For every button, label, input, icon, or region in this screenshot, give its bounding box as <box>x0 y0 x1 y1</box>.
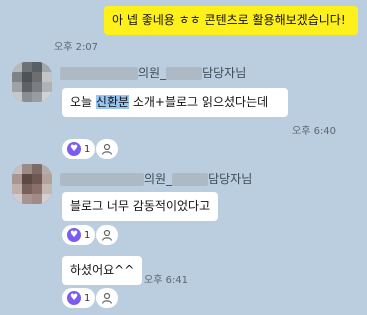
outgoing-message-time: 오후 2:07 <box>54 42 99 53</box>
person-icon <box>101 229 113 241</box>
message-time: 오후 6:40 <box>292 126 337 137</box>
person-icon <box>101 143 113 155</box>
sender-name-mid: 의원_ <box>138 66 167 80</box>
add-reaction-button[interactable] <box>96 225 118 245</box>
sender-name: 의원_ 담당자님 <box>60 170 252 187</box>
like-icon: ♥ <box>67 228 81 242</box>
redacted-name-part <box>60 67 138 80</box>
add-reaction-button[interactable] <box>96 139 118 159</box>
like-icon: ♥ <box>67 142 81 156</box>
highlighted-text: 신환분 <box>95 95 130 109</box>
incoming-message-bubble[interactable]: 블로그 너무 감동적이었다고 <box>62 192 219 221</box>
sender-name-mid: 의원_ <box>144 172 173 186</box>
outgoing-message-text: 아 넵 좋네용 ㅎㅎ 콘텐츠로 활용해보겠습니다! <box>112 13 346 27</box>
reaction-count: 1 <box>84 143 91 155</box>
incoming-message-bubble[interactable]: 오늘 신환분 소개+블로그 읽으셨다는데 <box>62 88 288 117</box>
like-icon: ♥ <box>67 291 81 305</box>
reaction-badge[interactable]: ♥ 1 <box>62 288 96 308</box>
message-text: 블로그 너무 감동적이었다고 <box>70 199 211 213</box>
message-text-before: 오늘 <box>70 95 96 109</box>
reaction-badge[interactable]: ♥ 1 <box>62 139 96 159</box>
sender-avatar[interactable] <box>12 62 52 102</box>
redacted-name-part <box>60 173 144 186</box>
add-reaction-button[interactable] <box>96 288 118 308</box>
redacted-name-part <box>172 173 209 186</box>
sender-name-suffix: 담당자님 <box>202 66 247 80</box>
person-icon <box>101 292 113 304</box>
message-text: 하셨어요^^ <box>70 263 135 277</box>
reaction-count: 1 <box>84 229 91 241</box>
redacted-name-part <box>166 67 203 80</box>
incoming-message-bubble[interactable]: 하셨어요^^ <box>62 256 143 285</box>
sender-name-suffix: 담당자님 <box>208 172 253 186</box>
outgoing-message-bubble[interactable]: 아 넵 좋네용 ㅎㅎ 콘텐츠로 활용해보겠습니다! <box>104 6 358 35</box>
reaction-count: 1 <box>84 292 91 304</box>
sender-name: 의원_ 담당자님 <box>60 64 246 81</box>
message-time: 오후 6:41 <box>144 275 189 286</box>
reaction-badge[interactable]: ♥ 1 <box>62 225 96 245</box>
message-text-after: 소개+블로그 읽으셨다는데 <box>129 95 269 109</box>
sender-avatar[interactable] <box>12 164 52 204</box>
